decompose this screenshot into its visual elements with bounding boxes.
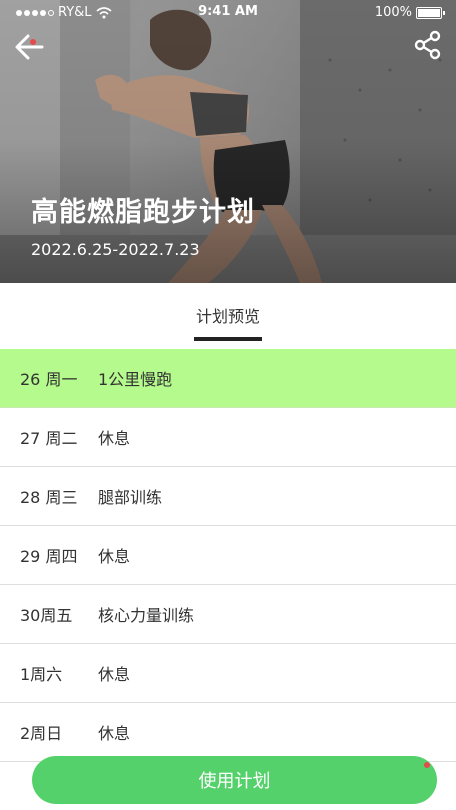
schedule-row[interactable]: 28 周三 腿部训练 — [0, 467, 456, 526]
schedule-task: 休息 — [98, 429, 131, 448]
battery-status: 100% — [374, 5, 445, 20]
schedule-task: 1公里慢跑 — [98, 370, 173, 389]
battery-icon — [416, 6, 445, 19]
tab-bar: 计划预览 — [0, 283, 456, 349]
plan-date-range: 2022.6.25-2022.7.23 — [31, 240, 200, 259]
schedule-row[interactable]: 27 周二 休息 — [0, 408, 456, 467]
notification-dot — [424, 762, 430, 768]
notification-dot — [30, 39, 36, 45]
schedule-row[interactable]: 26 周一 1公里慢跑 — [0, 349, 456, 408]
schedule-row[interactable]: 2周日 休息 — [0, 703, 456, 762]
schedule-day: 27 周二 — [20, 429, 78, 448]
schedule-day: 29 周四 — [20, 547, 78, 566]
tab-plan-preview[interactable]: 计划预览 — [0, 303, 456, 327]
tab-active-indicator — [194, 337, 262, 341]
schedule-task: 休息 — [98, 665, 131, 684]
schedule-day: 2周日 — [20, 724, 63, 743]
schedule-day: 28 周三 — [20, 488, 78, 507]
status-bar: RY&L 9:41 AM 100% — [0, 0, 456, 24]
schedule-row[interactable]: 30周五 核心力量训练 — [0, 585, 456, 644]
schedule-task: 腿部训练 — [98, 488, 163, 507]
plan-title: 高能燃脂跑步计划 — [31, 197, 255, 228]
schedule-row[interactable]: 1周六 休息 — [0, 644, 456, 703]
schedule-day: 26 周一 — [20, 370, 78, 389]
schedule-list: 26 周一 1公里慢跑 27 周二 休息 28 周三 腿部训练 29 周四 休息… — [0, 349, 456, 762]
schedule-task: 休息 — [98, 724, 131, 743]
battery-percent: 100% — [374, 5, 412, 20]
schedule-day: 30周五 — [20, 606, 73, 625]
schedule-task: 休息 — [98, 547, 131, 566]
back-button[interactable] — [14, 31, 46, 63]
share-icon — [414, 30, 441, 60]
hero-banner: RY&L 9:41 AM 100% 高能燃脂跑步计划 2022.6.25-202… — [0, 0, 456, 283]
schedule-task: 核心力量训练 — [98, 606, 195, 625]
use-plan-button[interactable]: 使用计划 — [32, 756, 437, 804]
schedule-row[interactable]: 29 周四 休息 — [0, 526, 456, 585]
schedule-day: 1周六 — [20, 665, 63, 684]
arrow-left-icon — [15, 34, 44, 60]
share-button[interactable] — [412, 29, 444, 61]
